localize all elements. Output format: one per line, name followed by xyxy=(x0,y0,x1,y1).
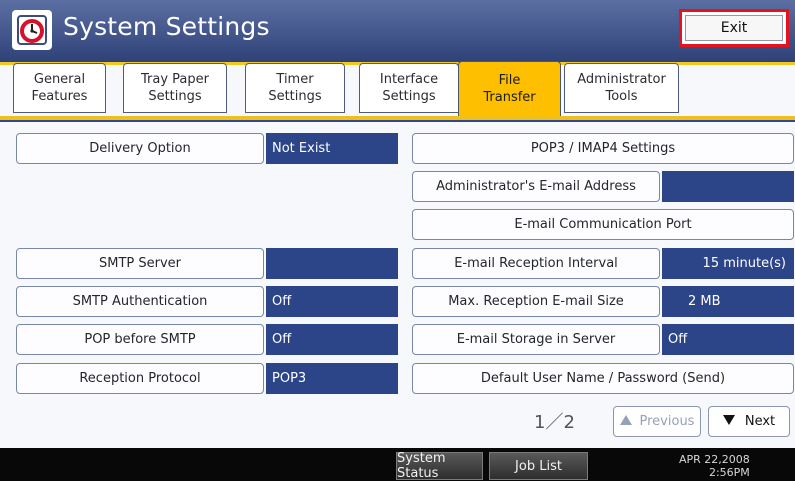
email-communication-port-button[interactable]: E-mail Communication Port xyxy=(412,209,794,240)
next-label: Next xyxy=(744,414,776,429)
tab-label-line2: Features xyxy=(31,89,88,104)
tab-timer-settings[interactable]: Timer Settings xyxy=(245,63,345,113)
tab-label-line2: Transfer xyxy=(483,90,536,105)
tab-divider xyxy=(0,116,795,122)
system-status-button[interactable]: System Status xyxy=(396,451,483,481)
clock-icon xyxy=(12,10,52,50)
max-reception-email-size-value: 2 MB xyxy=(662,286,794,317)
smtp-authentication-value: Off xyxy=(266,286,398,317)
screen: System Settings Exit General Features Tr… xyxy=(0,0,795,481)
time-text: 2:56PM xyxy=(708,466,750,479)
next-button[interactable]: Next xyxy=(708,406,790,437)
date-text: APR 22,2008 xyxy=(679,453,750,466)
title-bar: System Settings Exit xyxy=(0,0,795,65)
administrator-email-button[interactable]: Administrator's E-mail Address xyxy=(412,171,660,202)
smtp-authentication-button[interactable]: SMTP Authentication xyxy=(16,286,264,317)
tab-interface-settings[interactable]: Interface Settings xyxy=(359,63,459,113)
tab-label-line1: File xyxy=(498,73,521,88)
smtp-server-button[interactable]: SMTP Server xyxy=(16,248,264,279)
default-user-name-password-button[interactable]: Default User Name / Password (Send) xyxy=(412,363,794,394)
tab-general-features[interactable]: General Features xyxy=(13,63,106,113)
administrator-email-value xyxy=(662,171,794,202)
tab-label-line1: General xyxy=(33,72,86,87)
pop-before-smtp-value: Off xyxy=(266,324,398,355)
tab-label-line2: Settings xyxy=(148,89,202,104)
settings-tabs: General Features Tray Paper Settings Tim… xyxy=(13,61,733,117)
status-bar: System Status Job List APR 22,2008 2:56P… xyxy=(0,448,795,481)
tab-label-line1: Timer xyxy=(276,72,314,87)
tab-label-line2: Tools xyxy=(605,89,638,104)
tab-administrator-tools[interactable]: Administrator Tools xyxy=(564,63,679,113)
previous-button[interactable]: Previous xyxy=(613,406,701,437)
tab-label-line1: Interface xyxy=(379,72,439,87)
date-time: APR 22,2008 2:56PM xyxy=(679,453,750,479)
tab-label-line2: Settings xyxy=(382,89,436,104)
previous-label: Previous xyxy=(639,414,695,429)
email-reception-interval-value: 15 minute(s) xyxy=(662,248,794,279)
page-indicator: 1／2 xyxy=(534,412,575,433)
job-list-button[interactable]: Job List xyxy=(489,452,588,480)
smtp-server-value xyxy=(266,248,398,279)
reception-protocol-button[interactable]: Reception Protocol xyxy=(16,363,264,394)
max-reception-email-size-button[interactable]: Max. Reception E-mail Size xyxy=(412,286,660,317)
exit-button[interactable]: Exit xyxy=(685,15,783,41)
pop3-imap4-settings-button[interactable]: POP3 / IMAP4 Settings xyxy=(412,133,794,164)
tab-label-line2: Settings xyxy=(268,89,322,104)
email-storage-in-server-button[interactable]: E-mail Storage in Server xyxy=(412,324,660,355)
exit-highlight: Exit xyxy=(679,9,789,47)
delivery-option-value: Not Exist xyxy=(266,133,398,164)
tab-tray-paper-settings[interactable]: Tray Paper Settings xyxy=(123,63,227,113)
tab-file-transfer[interactable]: File Transfer xyxy=(458,61,561,117)
tab-label-line1: Tray Paper xyxy=(141,72,209,87)
reception-protocol-value: POP3 xyxy=(266,363,398,394)
page-title: System Settings xyxy=(63,12,270,41)
email-storage-in-server-value: Off xyxy=(662,324,794,355)
pop-before-smtp-button[interactable]: POP before SMTP xyxy=(16,324,264,355)
email-reception-interval-button[interactable]: E-mail Reception Interval xyxy=(412,248,660,279)
tab-label-line1: Administrator xyxy=(577,72,666,87)
triangle-up-icon xyxy=(619,414,632,429)
triangle-down-icon xyxy=(722,414,735,429)
delivery-option-button[interactable]: Delivery Option xyxy=(16,133,264,164)
